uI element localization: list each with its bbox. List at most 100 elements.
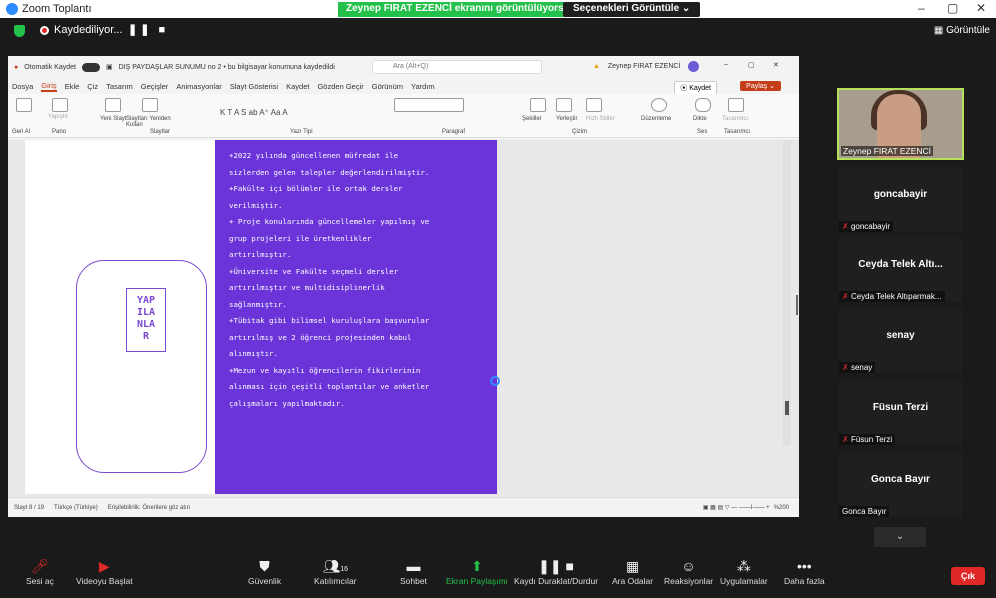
participant-tile[interactable]: goncabayir ✗ goncabayir: [839, 167, 962, 232]
speaker-video-tile[interactable]: Zeynep FIRAT EZENCİ: [837, 88, 964, 160]
leave-button[interactable]: Çık: [951, 567, 985, 585]
view-options-button[interactable]: Seçenekleri Görüntüle ⌄: [563, 2, 701, 17]
share-screen-button[interactable]: ⬆ Ekran Paylaşımı: [446, 556, 508, 586]
security-button[interactable]: ⛊ Güvenlik: [248, 556, 281, 586]
designer-label: Tasarımcı: [722, 116, 749, 122]
dictate-mic-icon[interactable]: [695, 98, 711, 112]
editing-search-icon[interactable]: [651, 98, 667, 112]
security-shield-icon[interactable]: [14, 25, 25, 37]
pause-record-button[interactable]: ❚❚ ■ Kaydı Duraklat/Durdur: [514, 556, 598, 586]
shapes-label: Şekiller: [522, 116, 542, 122]
accessibility-status[interactable]: Erişilebilirlik: Önerilere göz atın: [108, 505, 190, 511]
paste-label: Yapıştır: [48, 114, 69, 120]
slide[interactable]: YAP ILA NLA R +2022 yılında güncellenen …: [25, 140, 497, 494]
slide-scroll-thumb[interactable]: [785, 401, 789, 415]
chat-icon: ▬: [406, 558, 421, 574]
recording-indicator: Kaydediliyor...: [40, 24, 122, 36]
mic-off-icon: ✗: [842, 222, 849, 231]
menu-item[interactable]: Çiz: [87, 82, 98, 91]
language[interactable]: Türkçe (Türkiye): [54, 505, 98, 511]
paste-icon[interactable]: [52, 98, 68, 112]
mute-button[interactable]: 🎤︎ Sesi aç: [26, 556, 54, 586]
ppt-statusbar: Slayt 8 / 19 Türkçe (Türkiye) Erişilebil…: [8, 497, 799, 517]
menu-item[interactable]: Slayt Gösterisi: [230, 82, 278, 91]
participant-tile[interactable]: Füsun Terzi ✗ Füsun Terzi: [839, 380, 962, 445]
more-icon: •••: [796, 558, 812, 574]
menu-item[interactable]: Gözden Geçir: [317, 82, 363, 91]
reuse-slides-label: Slaytları Yeniden Kullan: [126, 116, 171, 128]
editing-label: Düzenleme: [641, 116, 672, 122]
ppt-close-button[interactable]: ✕: [773, 61, 779, 69]
menu-item[interactable]: Geçişler: [141, 82, 169, 91]
font-format-buttons[interactable]: K T A S ab A⁺ Aa A: [220, 108, 288, 117]
new-slide-icon[interactable]: [105, 98, 121, 112]
kaydet-button[interactable]: ⦿ Kaydet: [674, 81, 717, 95]
ribbon-group-label: Pano: [52, 129, 67, 135]
slide-scrollbar[interactable]: [783, 140, 791, 445]
participant-tile[interactable]: senay ✗ senay: [839, 308, 962, 373]
menu-item[interactable]: Tasarım: [106, 82, 133, 91]
participant-label: ✗ Füsun Terzi: [839, 434, 896, 445]
slide-title-box[interactable]: YAP ILA NLA R: [126, 288, 166, 352]
minimize-button[interactable]: –: [918, 1, 925, 15]
split-divider[interactable]: [796, 295, 798, 315]
participants-button[interactable]: 👥︎16 Katılımcılar: [314, 556, 357, 586]
participant-name: Gonca Bayır: [871, 474, 930, 485]
menu-item[interactable]: Ekle: [65, 82, 80, 91]
recording-controls[interactable]: ❚❚ ■: [128, 23, 168, 36]
menu-item[interactable]: Dosya: [12, 82, 33, 91]
quick-styles-icon[interactable]: [586, 98, 602, 112]
mic-off-icon: ✗: [842, 435, 849, 444]
menu-item[interactable]: Yardım: [411, 82, 435, 91]
paragraph-buttons[interactable]: [394, 98, 464, 112]
zoom-level[interactable]: %200: [774, 505, 789, 511]
slide-text-panel[interactable]: +2022 yılında güncellenen müfredat ile s…: [215, 140, 497, 494]
menu-item[interactable]: Görünüm: [372, 82, 403, 91]
mic-off-icon: ✗: [842, 363, 849, 372]
participant-label: ✗ senay: [839, 362, 876, 373]
view-button[interactable]: ▦ Görüntüle: [934, 25, 990, 36]
pointer-circle-icon: [490, 376, 500, 386]
breakout-rooms-button[interactable]: ▦ Ara Odalar: [612, 556, 653, 586]
participant-name: goncabayir: [873, 189, 928, 200]
ppt-user[interactable]: ▲ Zeynep FIRAT EZENCİ: [593, 61, 705, 72]
ribbon-group-label: Tasarımcı: [724, 129, 751, 135]
ppt-logo-icon: ●: [14, 63, 19, 71]
start-video-button[interactable]: ▶︎ Videoyu Başlat: [76, 556, 133, 586]
close-button[interactable]: ✕: [976, 1, 986, 15]
autosave-toggle[interactable]: [81, 62, 100, 72]
participant-tile[interactable]: Gonca Bayır Gonca Bayır: [839, 452, 962, 517]
ppt-search-input[interactable]: Ara (Alt+Q): [372, 60, 542, 74]
designer-icon[interactable]: [728, 98, 744, 112]
participant-name: Füsun Terzi: [872, 402, 929, 413]
ppt-ribbon: Yapıştır Yeni Slayt Slaytları Yeniden Ku…: [8, 94, 799, 138]
reuse-slides-icon[interactable]: [142, 98, 158, 112]
scroll-down-chevron-icon[interactable]: ⌄: [874, 527, 926, 547]
menu-item-active[interactable]: Giriş: [41, 81, 57, 92]
chat-button[interactable]: ▬ Sohbet: [400, 556, 427, 586]
speaker-name: Zeynep FIRAT EZENCİ: [841, 146, 934, 156]
pause-record-icon: ❚❚ ■: [538, 558, 574, 574]
reactions-button[interactable]: ☺ Reaksiyonlar: [664, 556, 713, 586]
participant-label: ✗ goncabayir: [839, 221, 894, 232]
mic-off-icon: ✗: [842, 292, 849, 301]
more-button[interactable]: ••• Daha fazla: [784, 556, 825, 586]
shield-icon: ⛊: [259, 558, 270, 574]
participant-tile[interactable]: Ceyda Telek Altı... ✗ Ceyda Telek Altıpa…: [839, 237, 962, 302]
grid-icon: ▦: [933, 25, 944, 36]
apps-button[interactable]: ⁂ Uygulamalar: [720, 556, 768, 586]
arrange-icon[interactable]: [556, 98, 572, 112]
maximize-button[interactable]: ▢: [947, 1, 958, 15]
window-titlebar: Zoom Toplantı Zeynep FIRAT EZENCİ ekranı…: [0, 0, 996, 18]
save-icon[interactable]: ▣: [106, 63, 113, 71]
ppt-minimize-button[interactable]: –: [724, 61, 728, 68]
shapes-icon[interactable]: [530, 98, 546, 112]
ppt-maximize-button[interactable]: ▢: [748, 61, 755, 69]
view-buttons[interactable]: ▣ ▦ ▤ ▽ — ——I—— +: [703, 504, 770, 511]
dictate-label: Dikte: [693, 116, 707, 122]
share-screen-icon: ⬆: [471, 558, 483, 574]
paylas-button[interactable]: Paylaş ⌄: [740, 81, 781, 91]
undo-icon[interactable]: [16, 98, 32, 112]
menu-item[interactable]: Kaydet: [286, 82, 309, 91]
menu-item[interactable]: Animasyonlar: [176, 82, 221, 91]
